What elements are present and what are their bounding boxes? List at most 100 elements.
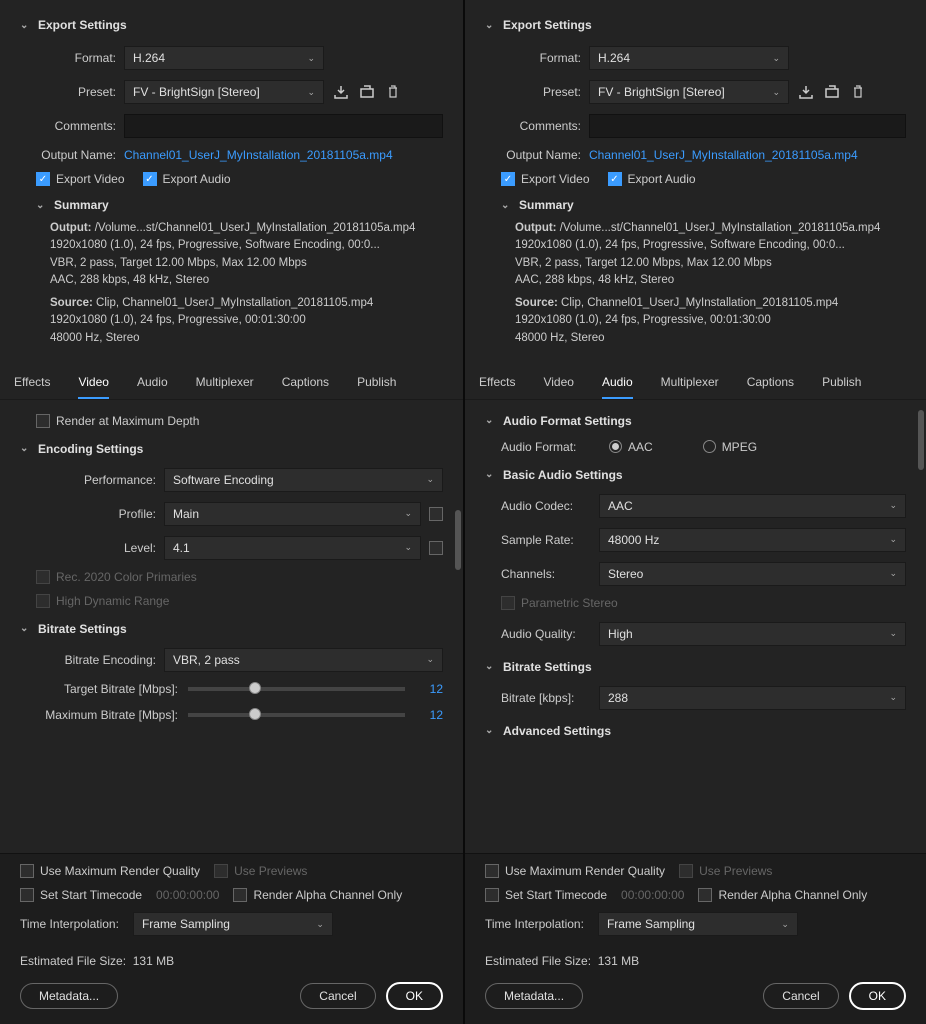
tab-bar-r: Effects Video Audio Multiplexer Captions…	[465, 363, 926, 400]
estimated-size-value: 131 MB	[133, 954, 174, 968]
render-alpha-only-checkbox[interactable]: Render Alpha Channel Only	[233, 888, 402, 902]
tab-video[interactable]: Video	[78, 375, 108, 399]
import-preset-icon[interactable]	[823, 83, 841, 101]
audio-format-aac-radio[interactable]: AAC	[609, 440, 653, 454]
audio-bitrate-settings-header[interactable]: ⌄ Bitrate Settings	[485, 660, 906, 674]
basic-audio-settings-header[interactable]: ⌄ Basic Audio Settings	[485, 468, 906, 482]
level-label: Level:	[36, 541, 156, 555]
comments-input-r[interactable]	[589, 114, 906, 138]
audio-quality-dropdown[interactable]: High ⌄	[599, 622, 906, 646]
max-bitrate-value[interactable]: 12	[415, 708, 443, 722]
tab-multiplexer-r[interactable]: Multiplexer	[661, 375, 719, 399]
set-start-timecode-checkbox[interactable]: Set Start Timecode	[20, 888, 142, 902]
chevron-down-icon: ⌄	[485, 725, 495, 736]
tab-effects-r[interactable]: Effects	[479, 375, 515, 399]
tab-captions[interactable]: Captions	[282, 375, 329, 399]
output-name-link-r[interactable]: Channel01_UserJ_MyInstallation_20181105a…	[589, 148, 858, 162]
time-interpolation-dropdown-r[interactable]: Frame Sampling ⌄	[598, 912, 798, 936]
save-preset-icon[interactable]	[797, 83, 815, 101]
cancel-button-r[interactable]: Cancel	[763, 983, 838, 1009]
max-bitrate-slider[interactable]	[188, 713, 405, 717]
slider-thumb-icon[interactable]	[249, 682, 261, 694]
tab-multiplexer[interactable]: Multiplexer	[196, 375, 254, 399]
tab-audio-r[interactable]: Audio	[602, 375, 633, 399]
import-preset-icon[interactable]	[358, 83, 376, 101]
bitrate-encoding-dropdown[interactable]: VBR, 2 pass ⌄	[164, 648, 443, 672]
metadata-button[interactable]: Metadata...	[20, 983, 118, 1009]
audio-tab-content: ⌄ Audio Format Settings Audio Format: AA…	[465, 400, 926, 853]
tab-publish-r[interactable]: Publish	[822, 375, 861, 399]
audio-format-mpeg-radio[interactable]: MPEG	[703, 440, 757, 454]
chevron-down-icon: ⌄	[485, 661, 495, 672]
parametric-stereo-checkbox: Parametric Stereo	[501, 596, 906, 610]
tab-publish[interactable]: Publish	[357, 375, 396, 399]
render-alpha-only-checkbox-r[interactable]: Render Alpha Channel Only	[698, 888, 867, 902]
format-dropdown-r[interactable]: H.264 ⌄	[589, 46, 789, 70]
bottom-controls-r: Use Maximum Render Quality Use Previews …	[465, 853, 926, 1024]
set-start-timecode-checkbox-r[interactable]: Set Start Timecode	[485, 888, 607, 902]
cancel-button[interactable]: Cancel	[300, 983, 375, 1009]
summary-header[interactable]: ⌄ Summary	[36, 198, 443, 212]
tab-effects[interactable]: Effects	[14, 375, 50, 399]
use-previews-checkbox: Use Previews	[214, 864, 307, 878]
ok-button-r[interactable]: OK	[849, 982, 906, 1010]
use-max-render-quality-checkbox[interactable]: Use Maximum Render Quality	[20, 864, 200, 878]
save-preset-icon[interactable]	[332, 83, 350, 101]
export-audio-checkbox-r[interactable]: ✓ Export Audio	[608, 172, 696, 186]
export-video-checkbox-r[interactable]: ✓ Export Video	[501, 172, 590, 186]
left-panel: ⌄ Export Settings Format: H.264 ⌄ Preset…	[0, 0, 463, 1024]
tab-audio[interactable]: Audio	[137, 375, 168, 399]
comments-input[interactable]	[124, 114, 443, 138]
chevron-down-icon: ⌄	[20, 623, 30, 634]
checkbox-icon	[20, 864, 34, 878]
channels-dropdown[interactable]: Stereo ⌄	[599, 562, 906, 586]
preset-dropdown-r[interactable]: FV - BrightSign [Stereo] ⌄	[589, 80, 789, 104]
tab-video-r[interactable]: Video	[543, 375, 573, 399]
export-video-checkbox[interactable]: ✓ Export Video	[36, 172, 125, 186]
level-lock-checkbox[interactable]	[429, 541, 443, 555]
target-bitrate-value[interactable]: 12	[415, 682, 443, 696]
export-settings-header-r[interactable]: ⌄ Export Settings	[485, 18, 906, 32]
scrollbar[interactable]	[918, 410, 924, 470]
caret-down-icon: ⌄	[781, 919, 789, 930]
output-name-link[interactable]: Channel01_UserJ_MyInstallation_20181105a…	[124, 148, 393, 162]
level-dropdown[interactable]: 4.1 ⌄	[164, 536, 421, 560]
caret-down-icon: ⌄	[404, 542, 412, 553]
ok-button[interactable]: OK	[386, 982, 443, 1010]
render-max-depth-checkbox[interactable]: Render at Maximum Depth	[36, 414, 443, 428]
use-max-render-quality-checkbox-r[interactable]: Use Maximum Render Quality	[485, 864, 665, 878]
summary-header-r[interactable]: ⌄ Summary	[501, 198, 906, 212]
tab-captions-r[interactable]: Captions	[747, 375, 794, 399]
audio-bitrate-dropdown[interactable]: 288 ⌄	[599, 686, 906, 710]
target-bitrate-slider[interactable]	[188, 687, 405, 691]
profile-lock-checkbox[interactable]	[429, 507, 443, 521]
format-dropdown[interactable]: H.264 ⌄	[124, 46, 324, 70]
encoding-settings-header[interactable]: ⌄ Encoding Settings	[20, 442, 443, 456]
export-audio-checkbox[interactable]: ✓ Export Audio	[143, 172, 231, 186]
time-interpolation-dropdown[interactable]: Frame Sampling ⌄	[133, 912, 333, 936]
audio-format-settings-header[interactable]: ⌄ Audio Format Settings	[485, 414, 906, 428]
audio-codec-dropdown[interactable]: AAC ⌄	[599, 494, 906, 518]
metadata-button-r[interactable]: Metadata...	[485, 983, 583, 1009]
checkbox-icon	[214, 864, 228, 878]
delete-preset-icon[interactable]	[384, 83, 402, 101]
checkbox-icon	[233, 888, 247, 902]
caret-down-icon: ⌄	[772, 87, 780, 98]
sample-rate-dropdown[interactable]: 48000 Hz ⌄	[599, 528, 906, 552]
slider-thumb-icon[interactable]	[249, 708, 261, 720]
advanced-settings-header[interactable]: ⌄ Advanced Settings	[485, 724, 906, 738]
audio-format-label: Audio Format:	[501, 440, 601, 454]
bitrate-settings-header[interactable]: ⌄ Bitrate Settings	[20, 622, 443, 636]
delete-preset-icon[interactable]	[849, 83, 867, 101]
export-settings-title: Export Settings	[38, 18, 127, 32]
summary-block-r: Output: /Volume...st/Channel01_UserJ_MyI…	[515, 220, 906, 347]
export-settings-top: ⌄ Export Settings Format: H.264 ⌄ Preset…	[0, 0, 463, 363]
audio-quality-label: Audio Quality:	[501, 627, 591, 641]
preset-dropdown[interactable]: FV - BrightSign [Stereo] ⌄	[124, 80, 324, 104]
profile-dropdown[interactable]: Main ⌄	[164, 502, 421, 526]
scrollbar[interactable]	[455, 510, 461, 570]
hdr-checkbox: High Dynamic Range	[36, 594, 443, 608]
export-settings-header[interactable]: ⌄ Export Settings	[20, 18, 443, 32]
caret-down-icon: ⌄	[307, 87, 315, 98]
performance-dropdown[interactable]: Software Encoding ⌄	[164, 468, 443, 492]
